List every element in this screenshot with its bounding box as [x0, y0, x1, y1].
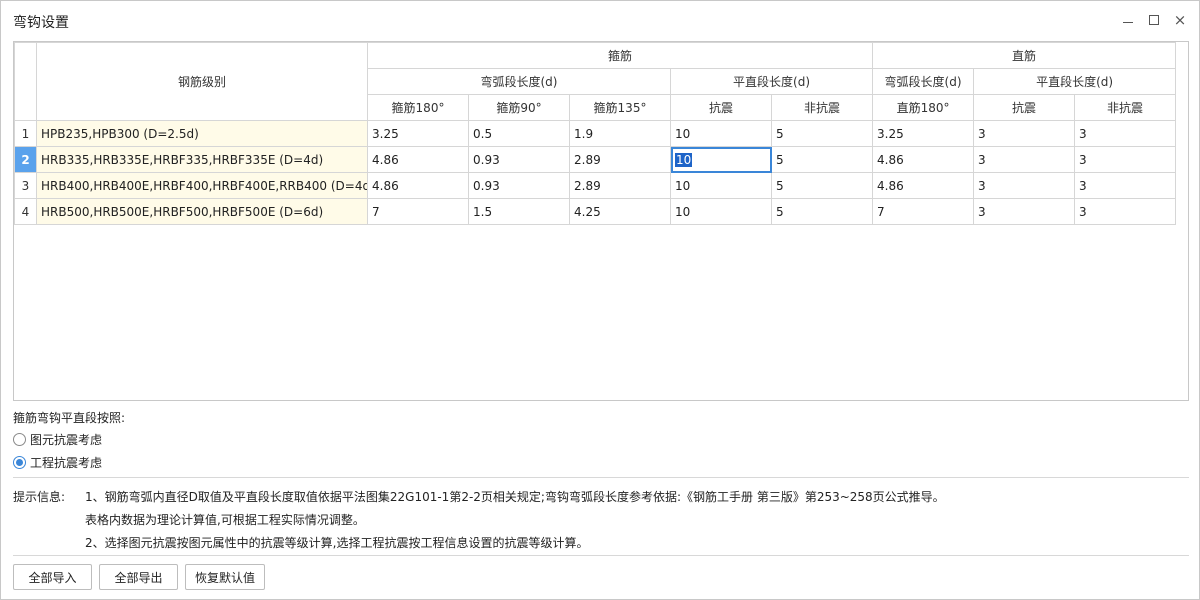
grade-cell[interactable]: HPB235,HPB300 (D=2.5d) — [36, 120, 368, 147]
seismic-cell[interactable]: 10 — [670, 198, 772, 225]
header-seismic: 抗震 — [670, 94, 772, 121]
header-arc-length: 弯弧段长度(d) — [367, 68, 671, 95]
header-stirrup90: 箍筋90° — [468, 94, 570, 121]
straight180-cell[interactable]: 4.86 — [872, 172, 975, 199]
stirrup90-cell[interactable]: 0.93 — [468, 146, 570, 173]
seismic-cell[interactable]: 10 — [670, 172, 772, 199]
table-row[interactable]: 4 HRB500,HRB500E,HRBF500,HRBF500E (D=6d)… — [14, 198, 1177, 225]
header-grade: 钢筋级别 — [36, 42, 368, 121]
radio-project-seismic[interactable]: 工程抗震考虑 — [13, 454, 102, 471]
table-row[interactable]: 2 HRB335,HRB335E,HRBF335,HRBF335E (D=4d)… — [14, 146, 1177, 173]
hook-settings-grid[interactable]: 钢筋级别 箍筋 直筋 弯弧段长度(d) 平直段长度(d) 弯弧段长度(d) 平直… — [13, 41, 1189, 401]
header-nonseismic-straight: 非抗震 — [1074, 94, 1177, 121]
stirrup135-cell[interactable]: 4.25 — [569, 198, 671, 225]
stirrup90-cell[interactable]: 1.5 — [468, 198, 570, 225]
divider — [13, 555, 1189, 556]
nonseismic-straight-cell[interactable]: 3 — [1074, 172, 1177, 199]
close-icon[interactable]: × — [1169, 9, 1191, 31]
row-number[interactable]: 1 — [14, 120, 37, 147]
header-stirrup: 箍筋 — [366, 42, 874, 69]
stirrup135-cell[interactable]: 2.89 — [569, 172, 671, 199]
stirrup90-cell[interactable]: 0.93 — [468, 172, 570, 199]
radio-button-unchecked[interactable] — [13, 433, 26, 446]
corner-cell — [14, 42, 37, 121]
hook-settings-dialog: 弯钩设置 × 钢筋级别 箍筋 直筋 弯弧段长度(d) 平直段长度(d) 弯弧段长… — [0, 0, 1200, 600]
stirrup135-cell[interactable]: 2.89 — [569, 146, 671, 173]
divider — [13, 477, 1189, 478]
stirrup180-cell[interactable]: 7 — [367, 198, 469, 225]
row-number[interactable]: 3 — [14, 172, 37, 199]
nonseismic-straight-cell[interactable]: 3 — [1074, 120, 1177, 147]
header-stirrup180: 箍筋180° — [367, 94, 469, 121]
stirrup180-cell[interactable]: 4.86 — [367, 146, 469, 173]
table-row[interactable]: 1 HPB235,HPB300 (D=2.5d) 3.25 0.5 1.9 10… — [14, 120, 1177, 147]
seismic-straight-cell[interactable]: 3 — [973, 146, 1076, 173]
seismic-cell[interactable]: 10 — [670, 120, 772, 147]
stirrup180-cell[interactable]: 3.25 — [367, 120, 469, 147]
restore-default-button[interactable]: 恢复默认值 — [185, 564, 265, 590]
export-all-button[interactable]: 全部导出 — [99, 564, 178, 590]
stirrup180-cell[interactable]: 4.86 — [367, 172, 469, 199]
maximize-icon[interactable] — [1143, 9, 1165, 31]
header-stirrup135: 箍筋135° — [569, 94, 671, 121]
nonseismic-cell[interactable]: 5 — [770, 172, 874, 199]
nonseismic-cell[interactable]: 5 — [770, 146, 874, 173]
nonseismic-straight-cell[interactable]: 3 — [1074, 198, 1177, 225]
header-flat-length: 平直段长度(d) — [669, 68, 874, 95]
hint-line-1: 1、钢筋弯弧内直径D取值及平直段长度取值依据平法图集22G101-1第2-2页相… — [85, 490, 945, 504]
header-seismic-straight: 抗震 — [973, 94, 1076, 121]
seismic-straight-cell[interactable]: 3 — [973, 198, 1076, 225]
seismic-straight-cell[interactable]: 3 — [973, 172, 1076, 199]
header-flat-length-straight: 平直段长度(d) — [973, 68, 1177, 95]
nonseismic-cell[interactable]: 5 — [770, 198, 874, 225]
seismic-cell-selected[interactable]: 10 — [670, 146, 772, 173]
radio-button-checked[interactable] — [13, 456, 26, 469]
header-straight180: 直筋180° — [872, 94, 975, 121]
stirrup-flat-option-label: 箍筋弯钩平直段按照: — [13, 411, 126, 425]
radio-label-element-seismic[interactable]: 图元抗震考虑 — [30, 431, 102, 448]
window-title: 弯钩设置 — [13, 15, 69, 31]
minimize-icon[interactable] — [1117, 9, 1139, 31]
table-row[interactable]: 3 HRB400,HRB400E,HRBF400,HRBF400E,RRB400… — [14, 172, 1177, 199]
hint-label: 提示信息: — [13, 490, 66, 504]
nonseismic-straight-cell[interactable]: 3 — [1074, 146, 1177, 173]
header-nonseismic: 非抗震 — [770, 94, 874, 121]
grade-cell[interactable]: HRB400,HRB400E,HRBF400,HRBF400E,RRB400 (… — [36, 172, 368, 199]
header-straight: 直筋 — [872, 42, 1177, 69]
hint-line-2: 表格内数据为理论计算值,可根据工程实际情况调整。 — [85, 513, 365, 527]
grade-cell[interactable]: HRB335,HRB335E,HRBF335,HRBF335E (D=4d) — [36, 146, 368, 173]
stirrup90-cell[interactable]: 0.5 — [468, 120, 570, 147]
header-arc-length-straight: 弯弧段长度(d) — [872, 68, 975, 95]
nonseismic-cell[interactable]: 5 — [770, 120, 874, 147]
title-bar[interactable]: 弯钩设置 × — [1, 1, 1199, 39]
radio-element-seismic[interactable]: 图元抗震考虑 — [13, 431, 102, 448]
selected-text[interactable]: 10 — [675, 152, 693, 167]
row-number[interactable]: 2 — [14, 146, 37, 173]
seismic-straight-cell[interactable]: 3 — [973, 120, 1076, 147]
radio-label-project-seismic[interactable]: 工程抗震考虑 — [30, 454, 102, 471]
straight180-cell[interactable]: 3.25 — [872, 120, 975, 147]
grade-cell[interactable]: HRB500,HRB500E,HRBF500,HRBF500E (D=6d) — [36, 198, 368, 225]
stirrup135-cell[interactable]: 1.9 — [569, 120, 671, 147]
import-all-button[interactable]: 全部导入 — [13, 564, 92, 590]
hint-line-3: 2、选择图元抗震按图元属性中的抗震等级计算,选择工程抗震按工程信息设置的抗震等级… — [85, 536, 589, 550]
straight180-cell[interactable]: 4.86 — [872, 146, 975, 173]
row-number[interactable]: 4 — [14, 198, 37, 225]
straight180-cell[interactable]: 7 — [872, 198, 975, 225]
hook-table: 钢筋级别 箍筋 直筋 弯弧段长度(d) 平直段长度(d) 弯弧段长度(d) 平直… — [14, 42, 1177, 225]
